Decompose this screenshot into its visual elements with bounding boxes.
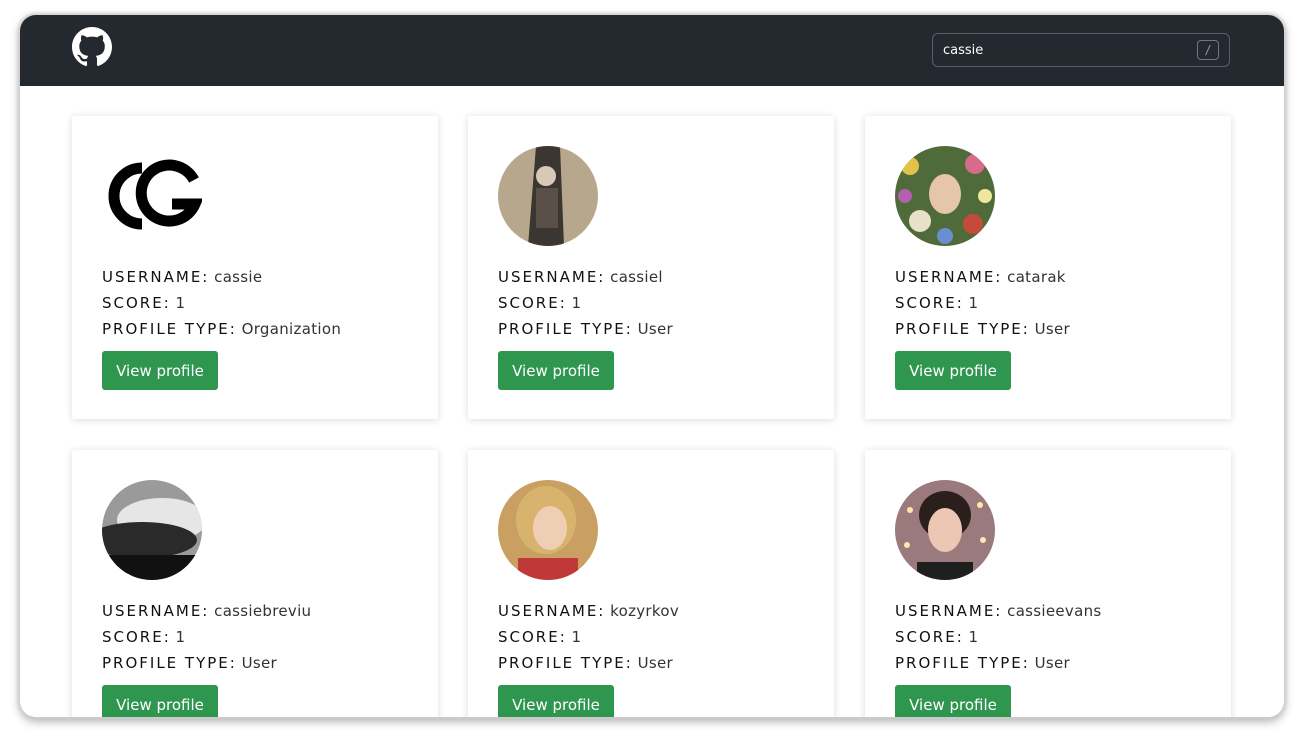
profile-card: USERNAME: cassieevans SCORE: 1 PROFILE T… <box>865 450 1231 717</box>
username-value: kozyrkov <box>610 602 679 620</box>
profile-type-value: User <box>637 320 674 338</box>
score-value: 1 <box>968 294 979 312</box>
score-value: 1 <box>968 628 979 646</box>
profile-type-label: PROFILE TYPE: <box>895 320 1030 338</box>
profile-info: USERNAME: cassie SCORE: 1 PROFILE TYPE: … <box>102 264 341 342</box>
score-value: 1 <box>571 628 582 646</box>
profile-info: USERNAME: kozyrkov SCORE: 1 PROFILE TYPE… <box>498 598 679 676</box>
username-value: cassiebreviu <box>214 602 312 620</box>
profile-type-value: User <box>637 654 674 672</box>
score-value: 1 <box>175 628 186 646</box>
profile-info: USERNAME: cassiebreviu SCORE: 1 PROFILE … <box>102 598 311 676</box>
view-profile-button[interactable]: View profile <box>895 351 1011 390</box>
username-label: USERNAME: <box>102 268 210 286</box>
view-profile-button[interactable]: View profile <box>895 685 1011 717</box>
score-label: SCORE: <box>895 294 964 312</box>
profile-info: USERNAME: cassieevans SCORE: 1 PROFILE T… <box>895 598 1102 676</box>
username-value: cassiel <box>610 268 663 286</box>
score-value: 1 <box>571 294 582 312</box>
profile-type-label: PROFILE TYPE: <box>895 654 1030 672</box>
profile-type-label: PROFILE TYPE: <box>102 320 237 338</box>
username-label: USERNAME: <box>498 602 606 620</box>
username-label: USERNAME: <box>895 602 1003 620</box>
header-bar: / <box>20 15 1284 86</box>
score-label: SCORE: <box>895 628 964 646</box>
username-label: USERNAME: <box>498 268 606 286</box>
profile-card: USERNAME: cassie SCORE: 1 PROFILE TYPE: … <box>72 116 438 419</box>
profile-type-label: PROFILE TYPE: <box>498 654 633 672</box>
score-label: SCORE: <box>102 628 171 646</box>
search-box[interactable]: / <box>932 33 1230 67</box>
results-grid: USERNAME: cassie SCORE: 1 PROFILE TYPE: … <box>20 86 1284 717</box>
view-profile-button[interactable]: View profile <box>498 685 614 717</box>
profile-type-label: PROFILE TYPE: <box>498 320 633 338</box>
profile-card: USERNAME: kozyrkov SCORE: 1 PROFILE TYPE… <box>468 450 834 717</box>
profile-type-value: User <box>1034 654 1071 672</box>
score-value: 1 <box>175 294 186 312</box>
user-avatar <box>102 480 202 580</box>
view-profile-button[interactable]: View profile <box>102 351 218 390</box>
username-value: cassie <box>214 268 263 286</box>
cg-logo-avatar <box>102 146 202 246</box>
username-label: USERNAME: <box>895 268 1003 286</box>
profile-card: USERNAME: cassiel SCORE: 1 PROFILE TYPE:… <box>468 116 834 419</box>
slash-shortcut-key: / <box>1197 40 1219 60</box>
profile-type-value: User <box>241 654 278 672</box>
profile-info: USERNAME: cassiel SCORE: 1 PROFILE TYPE:… <box>498 264 673 342</box>
score-label: SCORE: <box>102 294 171 312</box>
user-avatar <box>498 146 598 246</box>
app-window: / USERNAME: cassie SCORE: 1 PROFILE TYPE… <box>20 15 1284 717</box>
score-label: SCORE: <box>498 628 567 646</box>
profile-type-value: User <box>1034 320 1071 338</box>
view-profile-button[interactable]: View profile <box>498 351 614 390</box>
profile-type-label: PROFILE TYPE: <box>102 654 237 672</box>
profile-type-value: Organization <box>241 320 342 338</box>
search-input[interactable] <box>933 34 1183 66</box>
profile-card: USERNAME: cassiebreviu SCORE: 1 PROFILE … <box>72 450 438 717</box>
view-profile-button[interactable]: View profile <box>102 685 218 717</box>
username-value: catarak <box>1007 268 1066 286</box>
score-label: SCORE: <box>498 294 567 312</box>
username-value: cassieevans <box>1007 602 1102 620</box>
github-logo-icon[interactable] <box>72 27 112 67</box>
user-avatar <box>895 480 995 580</box>
profile-info: USERNAME: catarak SCORE: 1 PROFILE TYPE:… <box>895 264 1070 342</box>
user-avatar <box>895 146 995 246</box>
profile-card: USERNAME: catarak SCORE: 1 PROFILE TYPE:… <box>865 116 1231 419</box>
username-label: USERNAME: <box>102 602 210 620</box>
user-avatar <box>498 480 598 580</box>
